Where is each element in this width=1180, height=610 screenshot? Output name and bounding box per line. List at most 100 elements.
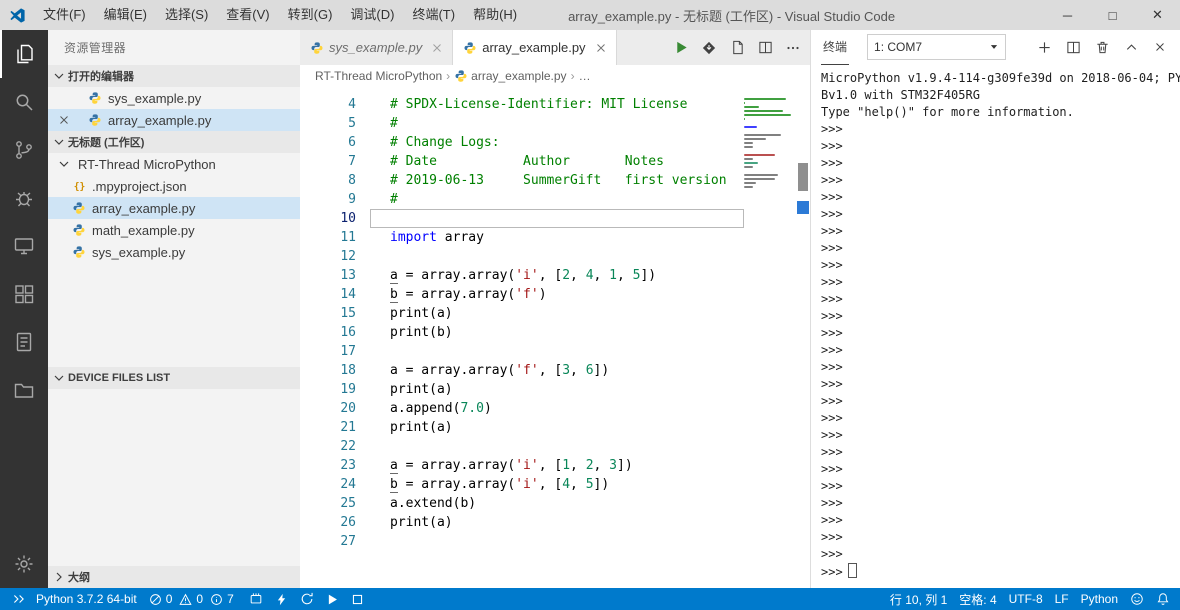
flash-download-button[interactable] [696,35,722,61]
section-workspace[interactable]: 无标题 (工作区) [48,131,300,153]
file-tree-item[interactable]: {} .mpyproject.json [48,175,300,197]
section-device-files[interactable]: DEVICE FILES LIST [48,367,300,389]
tab-label: sys_example.py [329,40,423,55]
code-line[interactable]: a.append(7.0) [370,399,744,418]
open-editor-item[interactable]: sys_example.py [48,87,300,109]
terminal-selector-value: 1: COM7 [874,40,923,54]
editor-tab[interactable]: array_example.py [453,30,617,65]
python-interpreter[interactable]: Python 3.7.2 64-bit [30,588,143,610]
activity-item-search[interactable] [0,78,48,126]
code-line[interactable]: print(a) [370,418,744,437]
minimap[interactable] [744,87,796,588]
terminal-body[interactable]: MicroPython v1.9.4-114-g309fe39d on 2018… [811,64,1180,588]
run-status-button[interactable] [320,588,345,610]
maximize-panel-button[interactable] [1121,37,1141,57]
breadcrumb-item[interactable]: RT-Thread MicroPython [315,69,442,83]
menu-item[interactable]: 终端(T) [403,0,464,30]
terminal-line: MicroPython v1.9.4-114-g309fe39d on 2018… [821,71,1180,85]
code-line[interactable] [370,437,744,456]
code-line[interactable] [370,532,744,551]
code-line[interactable]: b = array.array('i', [4, 5]) [370,475,744,494]
code-line[interactable]: print(a) [370,304,744,323]
code-line[interactable]: # 2019-06-13 SummerGift first version [370,171,744,190]
code-line[interactable]: a = array.array('i', [1, 2, 3]) [370,456,744,475]
kill-terminal-button[interactable] [1092,37,1112,57]
close-icon[interactable] [57,113,71,127]
new-terminal-button[interactable] [1034,37,1054,57]
split-terminal-button[interactable] [1063,37,1083,57]
eol-status[interactable]: LF [1049,588,1075,610]
section-outline[interactable]: 大纲 [48,566,300,588]
menu-item[interactable]: 调试(D) [341,0,403,30]
folder-item[interactable]: RT-Thread MicroPython [48,153,300,175]
code-editor[interactable]: 4 5 6 7 8 9 10 11 12 13 14 15 16 17 18 19 20 21 22 23 24 25 26… [300,87,810,588]
open-preview-button[interactable] [724,35,750,61]
code-line[interactable]: print(a) [370,513,744,532]
notifications-button[interactable] [1150,588,1176,610]
code-line[interactable]: a.extend(b) [370,494,744,513]
code-line[interactable]: a = array.array('i', [2, 4, 1, 5]) [370,266,744,285]
file-tree-item[interactable]: array_example.py [48,197,300,219]
activity-item-files[interactable] [0,30,48,78]
flash-button[interactable] [269,588,294,610]
remote-indicator[interactable] [4,588,30,610]
menu-item[interactable]: 选择(S) [156,0,217,30]
code-line[interactable]: # Date Author Notes [370,152,744,171]
breadcrumb-item[interactable]: array_example.py [454,69,567,83]
code-line[interactable]: print(a) [370,380,744,399]
code-line[interactable]: b = array.array('f') [370,285,744,304]
code-line[interactable]: a = array.array('f', [3, 6]) [370,361,744,380]
menu-item[interactable]: 查看(V) [217,0,278,30]
terminal-tab[interactable]: 终端 [821,30,850,65]
menu-item[interactable]: 帮助(H) [464,0,526,30]
run-button[interactable] [668,35,694,61]
editor-scrollbar[interactable] [796,87,810,588]
split-editor-button[interactable] [752,35,778,61]
activity-item-gear[interactable] [0,540,48,588]
code-line[interactable] [370,209,744,228]
maximize-button[interactable]: □ [1090,0,1135,30]
editor-group: sys_example.py array_example.py RT-Thread… [300,30,810,588]
file-tree-item[interactable]: sys_example.py [48,241,300,263]
cursor-position[interactable]: 行 10, 列 1 [884,588,953,610]
menu-item[interactable]: 转到(G) [279,0,342,30]
breadcrumb-item[interactable]: … [579,69,591,83]
menu-item[interactable]: 编辑(E) [95,0,156,30]
code-line[interactable]: # [370,114,744,133]
encoding-status[interactable]: UTF-8 [1003,588,1049,610]
code-line[interactable]: # Change Logs: [370,133,744,152]
open-editor-item[interactable]: array_example.py [48,109,300,131]
indentation-status[interactable]: 空格: 4 [953,588,1002,610]
close-button[interactable]: ✕ [1135,0,1180,30]
activity-item-folder[interactable] [0,366,48,414]
stop-status-button[interactable] [345,588,370,610]
activity-item-extensions[interactable] [0,270,48,318]
code-line[interactable] [370,247,744,266]
code-line[interactable]: # [370,190,744,209]
activity-item-device[interactable] [0,222,48,270]
code-line[interactable] [370,342,744,361]
activity-item-notes[interactable] [0,318,48,366]
terminal-selector[interactable]: 1: COM7 [867,34,1007,60]
sync-button[interactable] [294,588,320,610]
activity-item-debug[interactable] [0,174,48,222]
scrollbar-thumb[interactable] [798,163,808,191]
board-icon [249,592,263,606]
minimize-button[interactable]: ─ [1045,0,1090,30]
editor-tab[interactable]: sys_example.py [300,30,454,65]
code-line[interactable]: import array [370,228,744,247]
code-line[interactable]: # SPDX-License-Identifier: MIT License [370,95,744,114]
menu-item[interactable]: 文件(F) [34,0,95,30]
close-icon[interactable] [594,41,608,55]
close-icon[interactable] [430,41,444,55]
close-panel-button[interactable] [1150,37,1170,57]
activity-item-source-control[interactable] [0,126,48,174]
code-line[interactable]: print(b) [370,323,744,342]
feedback-button[interactable] [1124,588,1150,610]
language-status[interactable]: Python [1075,588,1124,610]
problems-indicator[interactable]: 0 0 7 [143,588,243,610]
section-open-editors[interactable]: 打开的编辑器 [48,65,300,87]
more-button[interactable] [780,35,806,61]
file-tree-item[interactable]: math_example.py [48,219,300,241]
board-button[interactable] [243,588,269,610]
